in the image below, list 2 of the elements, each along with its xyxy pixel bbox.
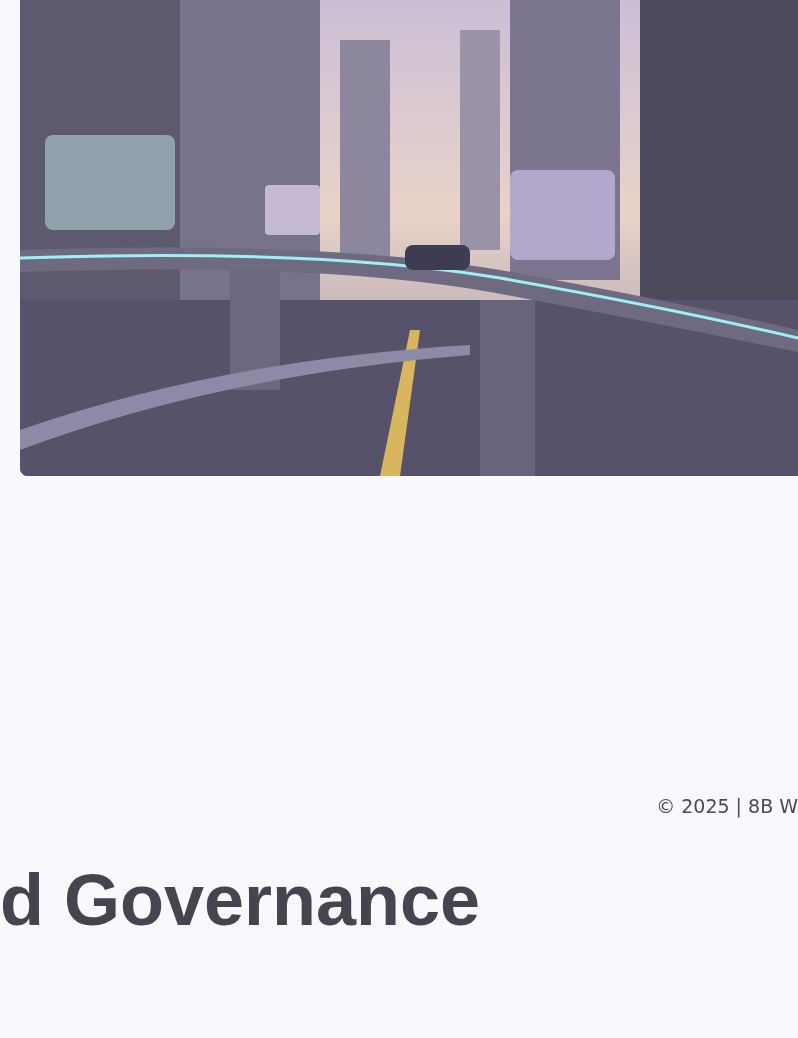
copyright-text: © 2025 | 8B W (656, 794, 798, 820)
section-heading: d Governance (0, 859, 482, 942)
